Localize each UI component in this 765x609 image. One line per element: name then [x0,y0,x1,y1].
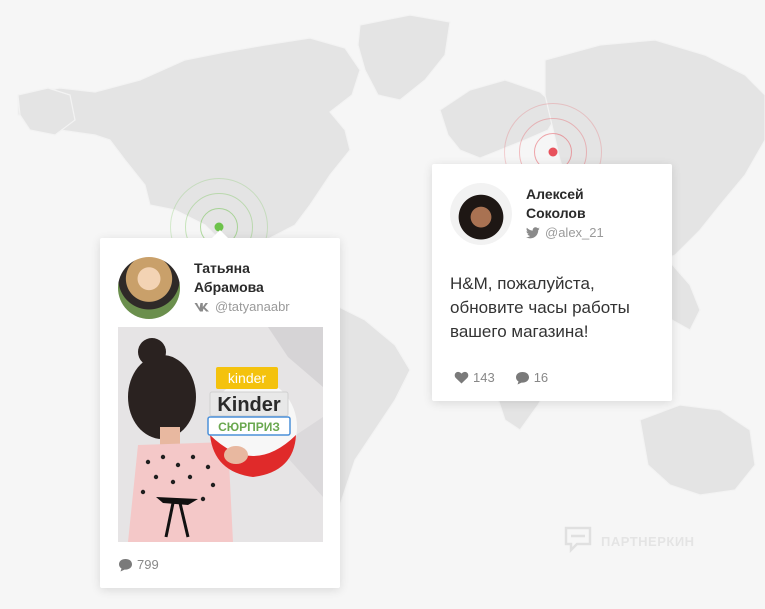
twitter-post-card[interactable]: Алексей Соколов @alex_21 H&M, пожалуйста… [432,164,672,401]
author-handle[interactable]: @tatyanaabr [215,299,290,314]
likes-stat[interactable]: 143 [450,370,495,385]
vk-icon [194,302,210,312]
author-name[interactable]: Алексей Соколов [526,185,636,223]
map-greenland [357,14,451,101]
comments-stat[interactable]: 16 [511,370,548,385]
watermark-text: ПАРТНЕРКИН [601,534,695,549]
comments-count: 799 [137,557,159,572]
tweet-text: H&M, пожалуйста, обновите часы работы ва… [450,274,630,341]
comment-icon [118,558,133,572]
author-name[interactable]: Татьяна Абрамова [194,259,304,297]
vk-post-card[interactable]: Татьяна Абрамова @tatyanaabr kinder Kind… [100,230,340,588]
comments-stat[interactable]: 799 [118,557,159,572]
kinder-brand-label: Kinder [217,394,281,416]
comment-icon [515,371,530,385]
avatar[interactable] [450,183,512,245]
kinder-top-label: kinder [228,370,266,386]
avatar[interactable] [118,257,180,319]
map-australia [639,404,756,496]
watermark: ПАРТНЕРКИН [563,525,695,558]
chat-bubble-icon [563,525,593,558]
likes-count: 143 [473,370,495,385]
post-photo[interactable]: kinder Kinder СЮРПРИЗ [118,327,323,542]
comments-count: 16 [533,370,549,385]
heart-icon [454,371,469,384]
kinder-sub-label: СЮРПРИЗ [218,420,280,434]
author-handle[interactable]: @alex_21 [545,225,604,240]
twitter-icon [526,226,540,239]
